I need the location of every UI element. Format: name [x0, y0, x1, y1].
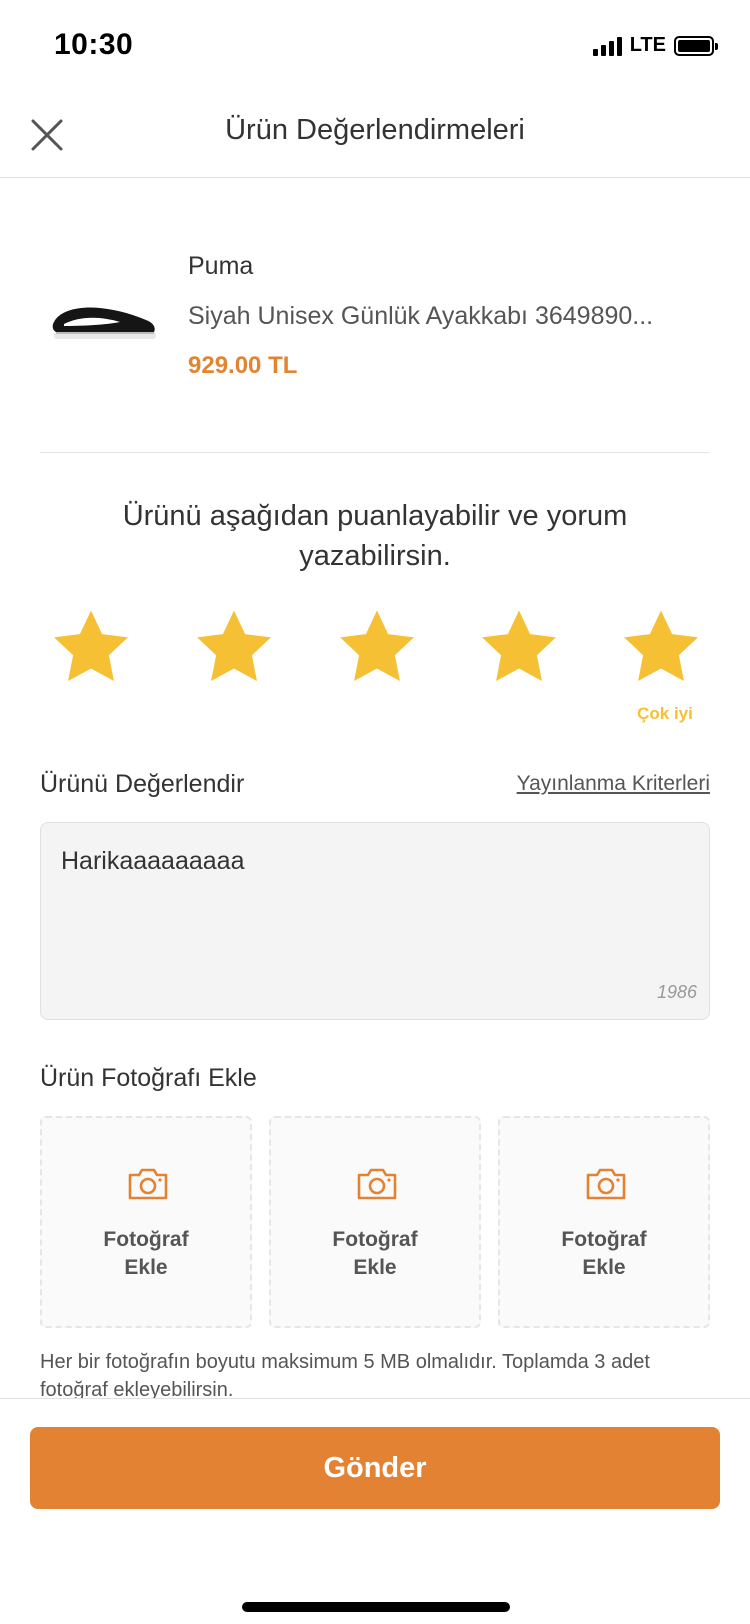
product-card: Puma Siyah Unisex Günlük Ayakkabı 364989… [40, 240, 710, 390]
camera-icon [128, 1168, 168, 1200]
product-brand: Puma [188, 252, 254, 280]
product-image [52, 307, 156, 339]
rating-prompt: Ürünü aşağıdan puanlayabilir ve yorum ya… [122, 500, 628, 572]
send-button[interactable]: Gönder [30, 1427, 720, 1509]
publication-criteria-link[interactable]: Yayınlanma Kriterleri [517, 772, 710, 796]
star-icon-5[interactable] [618, 604, 704, 690]
photo-section-label: Ürün Fotoğrafı Ekle [40, 1064, 257, 1092]
signal-icon [592, 36, 622, 56]
star-icon-1[interactable] [48, 604, 134, 690]
status-indicators: LTE [592, 34, 718, 57]
network-type: LTE [629, 34, 666, 56]
star-icon-3[interactable] [334, 604, 420, 690]
product-price: 929.00 TL [188, 352, 298, 379]
status-bar: 10:30 LTE [0, 0, 750, 92]
add-photo-label: Fotoğraf Ekle [561, 1228, 647, 1279]
camera-icon [586, 1168, 626, 1200]
divider [40, 452, 710, 453]
add-photo-button-3[interactable]: Fotoğraf Ekle [498, 1116, 710, 1328]
battery-icon [674, 35, 718, 56]
home-indicator[interactable] [242, 1602, 510, 1612]
review-text: Harikaaaaaaaaa [61, 847, 245, 875]
add-photo-label: Fotoğraf Ekle [103, 1228, 189, 1279]
add-photo-label: Fotoğraf Ekle [332, 1228, 418, 1279]
star-rating [48, 604, 704, 690]
character-counter: 1986 [656, 982, 697, 1002]
bottom-bar: Gönder [0, 1398, 750, 1624]
page-title: Ürün Değerlendirmeleri [225, 114, 525, 146]
photo-size-note: Her bir fotoğrafın boyutu maksimum 5 MB … [40, 1351, 650, 1401]
status-time: 10:30 [54, 28, 134, 61]
review-textarea[interactable]: Harikaaaaaaaaa 1986 [40, 822, 710, 1020]
add-photo-button-2[interactable]: Fotoğraf Ekle [269, 1116, 481, 1328]
nav-header: Ürün Değerlendirmeleri [0, 92, 750, 178]
star-icon-2[interactable] [191, 604, 277, 690]
rating-label: Çok iyi [637, 704, 693, 723]
product-name: Siyah Unisex Günlük Ayakkabı 3649890... [188, 302, 654, 330]
add-photo-button-1[interactable]: Fotoğraf Ekle [40, 1116, 252, 1328]
star-icon-4[interactable] [476, 604, 562, 690]
camera-icon [357, 1168, 397, 1200]
review-section-label: Ürünü Değerlendir [40, 770, 245, 798]
